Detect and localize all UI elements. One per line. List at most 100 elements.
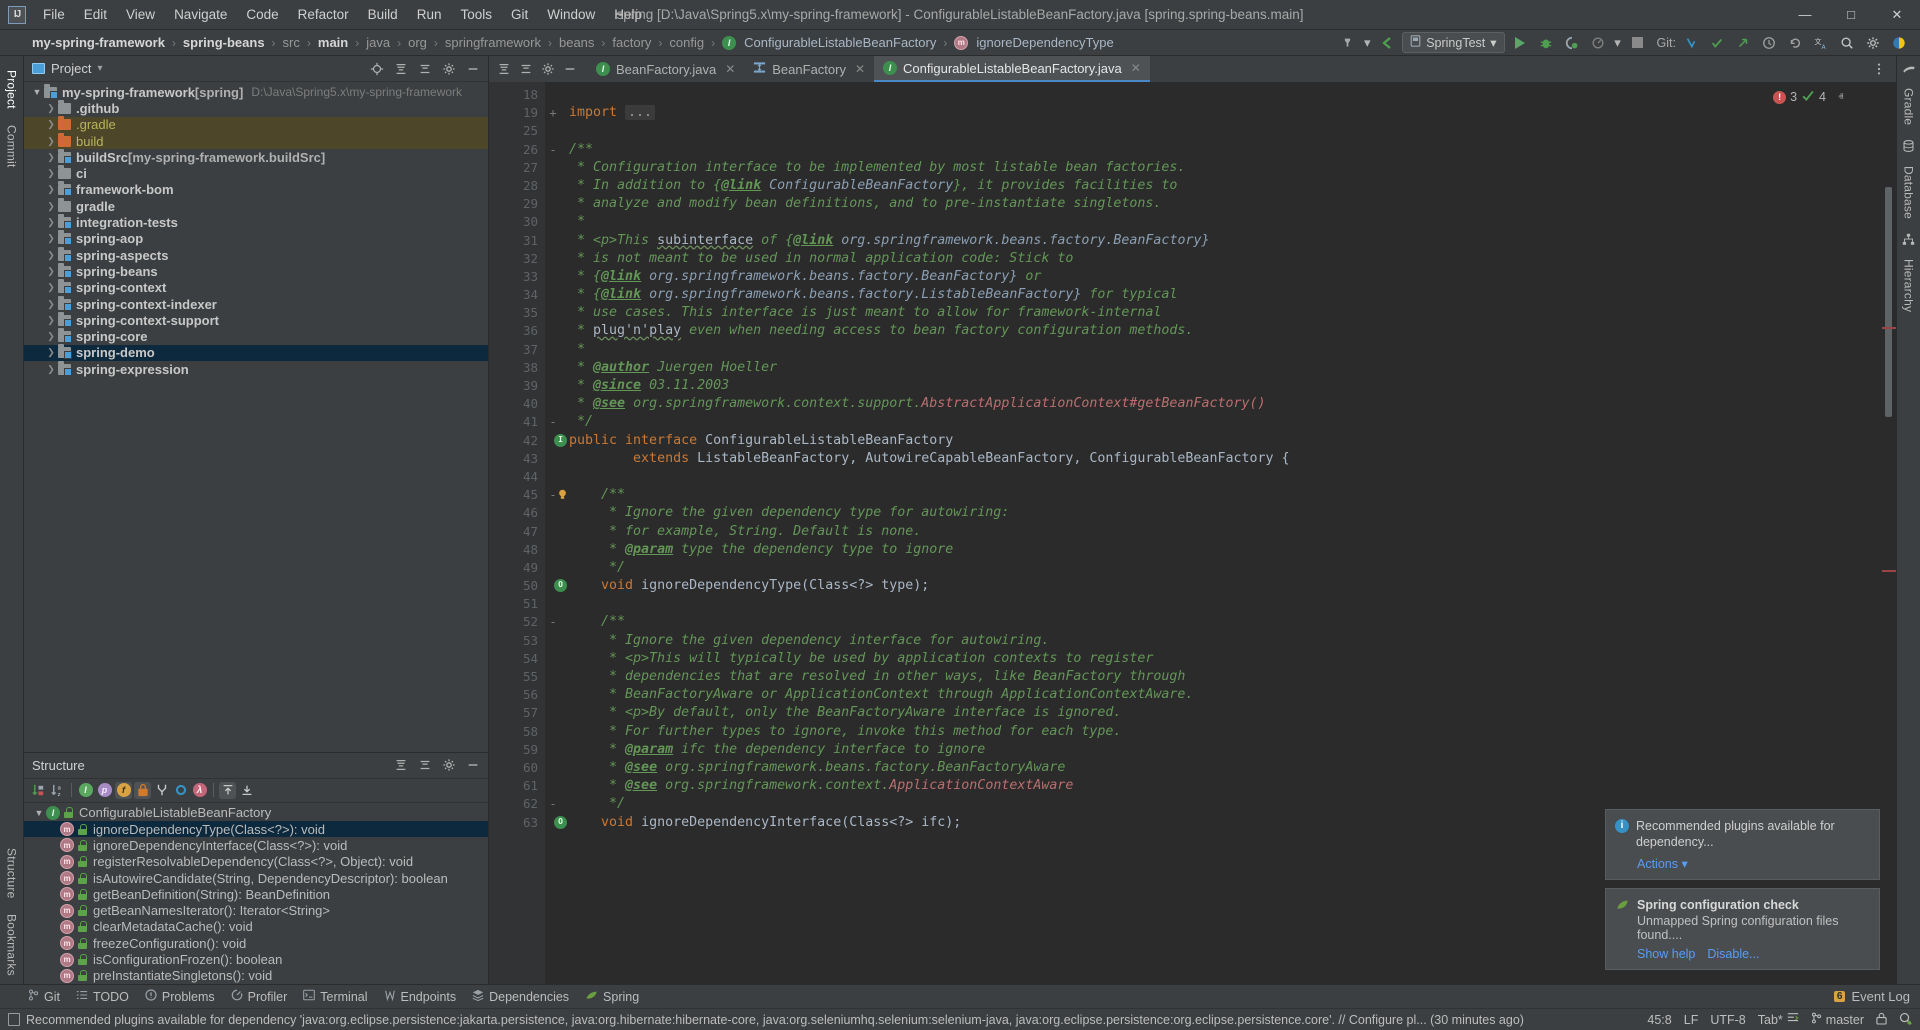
menu-git[interactable]: Git: [502, 3, 537, 26]
fold-marker[interactable]: [545, 541, 561, 559]
code-line[interactable]: * Ignore the given dependency type for a…: [561, 504, 1882, 522]
tool-git[interactable]: Git: [28, 989, 60, 1004]
collapse-all-icon[interactable]: [414, 58, 436, 80]
code-line[interactable]: * <p>This subinterface of {@link org.spr…: [561, 232, 1882, 250]
show-anonymous-icon[interactable]: [172, 782, 189, 799]
collapse-all-icon[interactable]: [238, 782, 255, 799]
chevron-right-icon[interactable]: ❯: [44, 103, 58, 114]
chevron-right-icon[interactable]: ❯: [44, 119, 58, 130]
chevron-right-icon[interactable]: ❯: [44, 201, 58, 212]
code-line[interactable]: * <p>This will typically be used by appl…: [561, 650, 1882, 668]
profile-run-icon[interactable]: [1587, 32, 1609, 54]
code-line[interactable]: extends ListableBeanFactory, AutowireCap…: [561, 450, 1882, 468]
show-non-public-icon[interactable]: [134, 782, 151, 799]
chevron-right-icon[interactable]: ❯: [44, 299, 58, 310]
breadcrumb-item-beans[interactable]: beans: [555, 34, 598, 51]
sort-alphabetically-icon[interactable]: az: [49, 782, 66, 799]
event-log-button[interactable]: 6 Event Log: [1834, 989, 1910, 1004]
fold-marker[interactable]: [545, 668, 561, 686]
code-line[interactable]: * analyze and modify bean definitions, a…: [561, 195, 1882, 213]
sidebar-item-structure[interactable]: Structure: [3, 840, 21, 907]
project-tree-row[interactable]: ❯ build: [24, 133, 488, 149]
hide-icon[interactable]: [559, 58, 581, 80]
fold-marker[interactable]: [545, 395, 561, 413]
fold-marker[interactable]: [545, 759, 561, 777]
error-stripe[interactable]: [1882, 82, 1896, 984]
breadcrumb-item-java[interactable]: java: [362, 34, 394, 51]
breadcrumb-item-ignoredependencytype[interactable]: m ignoreDependencyType: [950, 34, 1117, 51]
code-line[interactable]: */: [561, 413, 1882, 431]
tool-endpoints[interactable]: Endpoints: [384, 989, 457, 1004]
code-line[interactable]: /**: [561, 613, 1882, 631]
tool-profiler[interactable]: Profiler: [231, 989, 288, 1004]
translate-icon[interactable]: 文A: [1810, 32, 1832, 54]
stop-icon[interactable]: [1627, 32, 1649, 54]
fold-marker[interactable]: [545, 304, 561, 322]
code-line[interactable]: * dependencies that are resolved in othe…: [561, 668, 1882, 686]
minimize-button[interactable]: —: [1782, 0, 1828, 29]
gear-icon[interactable]: [537, 58, 559, 80]
chevron-down-icon[interactable]: ▾: [1362, 32, 1372, 54]
project-tree-row[interactable]: ❯ buildSrc [my-spring-framework.buildSrc]: [24, 149, 488, 165]
chevron-right-icon[interactable]: ❯: [44, 136, 58, 147]
close-icon[interactable]: ✕: [855, 62, 865, 76]
chevron-right-icon[interactable]: ❯: [44, 152, 58, 163]
fold-marker[interactable]: [545, 814, 561, 832]
code-line[interactable]: * use cases. This interface is just mean…: [561, 304, 1882, 322]
chevron-right-icon[interactable]: ❯: [44, 266, 58, 277]
structure-list-item[interactable]: m ignoreDependencyType(Class<?>): void: [24, 821, 488, 837]
menu-file[interactable]: File: [34, 3, 74, 26]
coverage-icon[interactable]: [1561, 32, 1583, 54]
hide-icon[interactable]: [462, 58, 484, 80]
show-inherited-icon[interactable]: I: [77, 782, 94, 799]
tool-spring[interactable]: Spring: [585, 989, 639, 1004]
hide-icon[interactable]: [462, 754, 484, 776]
code-line[interactable]: * {@link org.springframework.beans.facto…: [561, 268, 1882, 286]
back-arrow-icon[interactable]: [1376, 32, 1398, 54]
fold-marker[interactable]: -: [545, 486, 561, 504]
code-line[interactable]: * @author Juergen Hoeller: [561, 359, 1882, 377]
project-tree-row[interactable]: ❯ spring-aspects: [24, 247, 488, 263]
editor-fold-column[interactable]: + - - - - -: [545, 82, 561, 984]
editor-tab-configurablelistablebeanfactory-java[interactable]: I ConfigurableListableBeanFactory.java ✕: [874, 56, 1150, 82]
breadcrumb-item-src[interactable]: src: [279, 34, 304, 51]
code-line[interactable]: [561, 86, 1882, 104]
chevron-right-icon[interactable]: ❯: [44, 168, 58, 179]
code-line[interactable]: * In addition to {@link ConfigurableBean…: [561, 177, 1882, 195]
history-icon[interactable]: [1758, 32, 1780, 54]
gear-icon[interactable]: [438, 754, 460, 776]
breadcrumb-item-config[interactable]: config: [665, 34, 708, 51]
structure-root-row[interactable]: ▼ I ConfigurableListableBeanFactory: [24, 805, 488, 821]
menu-edit[interactable]: Edit: [75, 3, 116, 26]
sort-by-visibility-icon[interactable]: [30, 782, 47, 799]
chevron-right-icon[interactable]: ❯: [44, 282, 58, 293]
fold-marker[interactable]: [545, 686, 561, 704]
chevron-down-icon[interactable]: ▾: [1613, 32, 1623, 54]
settings-icon[interactable]: [1862, 32, 1884, 54]
run-icon[interactable]: [1509, 32, 1531, 54]
fold-marker[interactable]: [545, 577, 561, 595]
git-branch[interactable]: master: [1826, 1013, 1864, 1027]
chevron-right-icon[interactable]: ❯: [44, 217, 58, 228]
sidebar-item-database[interactable]: Database: [1900, 158, 1918, 227]
code-line[interactable]: [561, 595, 1882, 613]
structure-list-item[interactable]: m getBeanDefinition(String): BeanDefiniti…: [24, 886, 488, 902]
structure-list-item[interactable]: m clearMetadataCache(): void: [24, 919, 488, 935]
show-fields-icon[interactable]: f: [115, 782, 132, 799]
structure-list-item[interactable]: m freezeConfiguration(): void: [24, 935, 488, 951]
chevron-down-icon[interactable]: ▼: [30, 87, 44, 97]
code-line[interactable]: * <p>By default, only the BeanFactoryAwa…: [561, 704, 1882, 722]
fold-marker[interactable]: [545, 159, 561, 177]
fold-marker[interactable]: [545, 359, 561, 377]
fold-marker[interactable]: [545, 232, 561, 250]
fold-marker[interactable]: +: [545, 104, 561, 122]
fold-marker[interactable]: [545, 504, 561, 522]
breadcrumb-item-main[interactable]: main: [314, 34, 352, 51]
tool-terminal[interactable]: Terminal: [303, 989, 367, 1004]
expand-all-icon[interactable]: [493, 58, 515, 80]
account-icon[interactable]: [1888, 32, 1910, 54]
profiler-icon[interactable]: [1336, 32, 1358, 54]
fold-marker[interactable]: [545, 632, 561, 650]
editor-tab-beanfactory-java[interactable]: I BeanFactory.java ✕: [587, 56, 744, 82]
fold-marker[interactable]: -: [545, 795, 561, 813]
